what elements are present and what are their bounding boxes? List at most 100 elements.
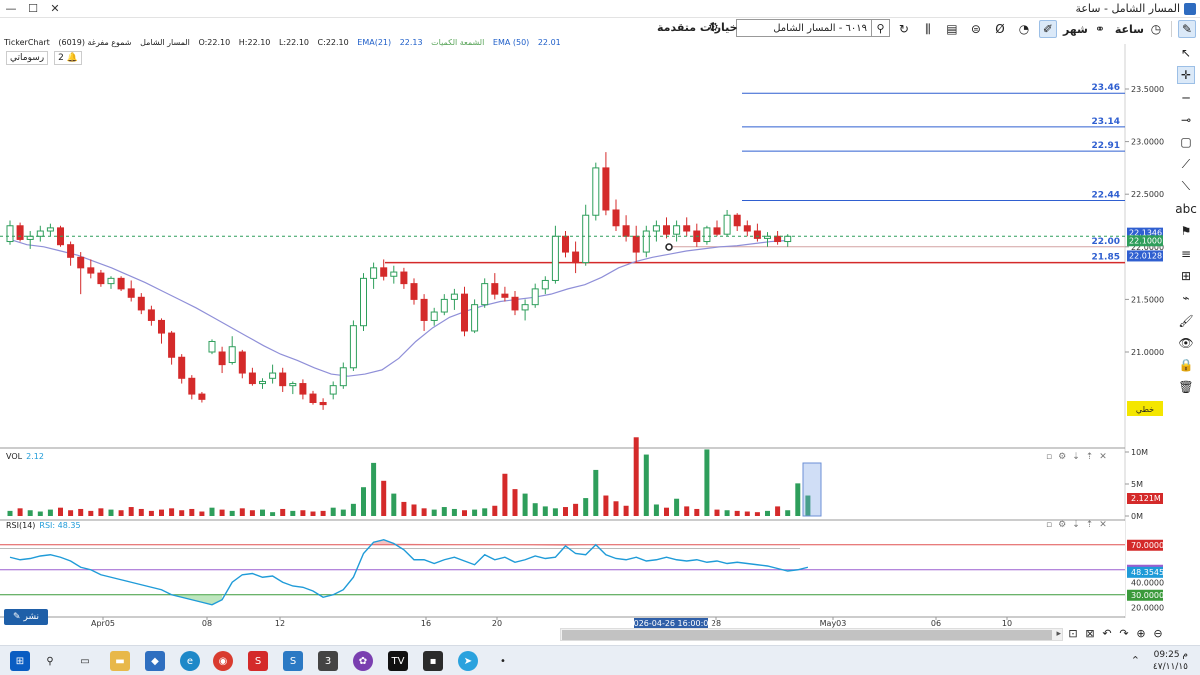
move-down-icon[interactable]: ⇣ xyxy=(1072,520,1080,530)
volume-bar xyxy=(795,483,801,516)
search-icon[interactable]: ⚲ xyxy=(871,20,889,36)
search-icon[interactable]: ⚲ xyxy=(40,651,60,671)
lock-icon[interactable]: 🔒 xyxy=(1177,356,1195,374)
volume-bar xyxy=(765,510,770,516)
rsi-pane: 70.000050.000048.354530.000040.000020.00… xyxy=(0,521,1164,616)
candle-body xyxy=(511,296,519,311)
move-up-icon[interactable]: ⇡ xyxy=(1086,520,1094,530)
symbol-search-input[interactable]: ٦٠١٩ - المسار الشامل xyxy=(737,23,871,34)
volume-bar xyxy=(7,510,13,516)
app-dark-icon[interactable]: ▪ xyxy=(423,651,443,671)
volume-bar xyxy=(320,510,326,516)
volume-bar xyxy=(229,510,235,516)
advanced-options-button[interactable]: خيارات متقدمة xyxy=(657,21,738,34)
candle-body xyxy=(329,385,337,395)
brush-icon[interactable]: 🖌 xyxy=(1177,312,1195,330)
app-s-red-icon[interactable]: S xyxy=(248,651,268,671)
trash-icon[interactable]: 🗑 xyxy=(1177,378,1195,396)
windows-start-icon[interactable]: ⊞ xyxy=(10,651,30,671)
volume-bar xyxy=(159,509,164,516)
move-up-icon[interactable]: ⇡ xyxy=(1086,452,1094,462)
fit-icon[interactable]: ⊡ xyxy=(1066,627,1080,641)
cursor-icon[interactable]: ↖ xyxy=(1177,44,1195,62)
hide-icon[interactable]: 👁 xyxy=(1177,334,1195,352)
task-view-icon[interactable]: ▭ xyxy=(75,651,95,671)
volume-bar xyxy=(280,508,286,516)
time-tick-label: 06 xyxy=(931,619,941,628)
app-color-icon[interactable]: ✿ xyxy=(353,651,373,671)
candle-body xyxy=(360,277,367,327)
level-type-label: خطي xyxy=(1136,405,1154,414)
edge-icon[interactable]: e xyxy=(180,651,200,671)
app-s-blue-icon[interactable]: S xyxy=(283,651,303,671)
candle-body xyxy=(67,244,75,258)
chart-canvas[interactable]: 23.46 23.14 22.91 22.44 22.00 21.85 23.5000 23… xyxy=(0,40,1200,635)
interval-selector[interactable]: ◷ ساعة xyxy=(1115,20,1165,38)
zoom-in-icon[interactable]: ⊕ xyxy=(1134,627,1148,641)
crosshair-icon[interactable]: ✛ xyxy=(1177,66,1195,85)
maximize-pane-icon[interactable]: ▫ xyxy=(1046,520,1052,530)
close-pane-icon[interactable]: ✕ xyxy=(1099,452,1107,462)
horizontal-line-icon[interactable]: ─ xyxy=(1177,89,1195,107)
pencil-icon[interactable]: ✎ xyxy=(1178,20,1196,38)
rotate-right-icon[interactable]: ↷ xyxy=(1117,627,1131,641)
period-selector[interactable]: ⚭ شهر xyxy=(1063,20,1109,38)
telegram-icon[interactable]: ➤ xyxy=(458,651,478,671)
rsi-name: RSI(14) xyxy=(6,521,36,530)
volume-bar xyxy=(260,509,265,516)
minimize-button[interactable]: — xyxy=(4,2,18,15)
list-icon[interactable]: ≡ xyxy=(1177,245,1195,263)
tray-chevron-icon[interactable]: ⌃ xyxy=(1131,654,1140,667)
magnet-icon[interactable]: ⌁ xyxy=(1177,289,1195,307)
settings-icon[interactable]: ⚙ xyxy=(1058,452,1066,462)
price-tick-label: 22.5000 xyxy=(1131,190,1164,199)
reset-icon[interactable]: ⊠ xyxy=(1083,627,1097,641)
candle-body xyxy=(218,351,226,366)
chart-type-icon[interactable]: ⫼ xyxy=(919,20,937,38)
app-dot-icon[interactable]: • xyxy=(493,651,513,671)
horizontal-ray-icon[interactable]: ⊸ xyxy=(1177,111,1195,129)
close-button[interactable]: ✕ xyxy=(48,2,62,15)
redo-icon[interactable]: ↻ xyxy=(895,20,913,38)
volume-bar xyxy=(37,511,43,516)
fibonacci-icon[interactable]: ⟍ xyxy=(1177,178,1195,196)
draw-tool-icon[interactable]: ✐ xyxy=(1038,20,1057,38)
trend-line-icon[interactable]: ⟋ xyxy=(1177,155,1195,173)
chrome-icon[interactable]: ◉ xyxy=(213,651,233,671)
tradingview-icon[interactable]: TV xyxy=(388,651,408,671)
publish-button[interactable]: نشر ✎ xyxy=(4,609,48,625)
close-pane-icon[interactable]: ✕ xyxy=(1099,520,1107,530)
volume-bar xyxy=(300,510,306,516)
zoom-out-icon[interactable]: ⊖ xyxy=(1151,627,1165,641)
maximize-pane-icon[interactable]: ▫ xyxy=(1046,452,1052,462)
settings-icon[interactable]: ⚙ xyxy=(1058,520,1066,530)
horizontal-scrollbar[interactable]: ▸ xyxy=(560,628,1063,641)
measure-icon[interactable]: ⊞ xyxy=(1177,267,1195,285)
link-icon: ⚭ xyxy=(1094,22,1105,36)
volume-bar xyxy=(88,510,94,516)
indicator-icon[interactable]: ◔ xyxy=(1015,20,1033,38)
rotate-left-icon[interactable]: ↶ xyxy=(1100,627,1114,641)
maximize-button[interactable]: ☐ xyxy=(26,2,40,15)
volume-bar xyxy=(603,495,609,516)
volume-bar xyxy=(724,510,730,516)
volume-tick-label: 0M xyxy=(1131,512,1143,521)
scrollbar-thumb[interactable] xyxy=(562,630,1052,640)
candle-body xyxy=(279,372,287,387)
text-icon[interactable]: abc xyxy=(1175,200,1197,218)
alert-icon[interactable]: ⊜ xyxy=(967,20,985,38)
rectangle-icon[interactable]: ▢ xyxy=(1177,133,1195,151)
layout-icon[interactable]: ▤ xyxy=(943,20,961,38)
compare-icon[interactable]: Ø xyxy=(991,20,1009,38)
app-321-icon[interactable]: 3 xyxy=(318,651,338,671)
file-explorer-icon[interactable]: ▬ xyxy=(110,651,130,671)
volume-bar xyxy=(270,512,276,516)
clock[interactable]: 09:25 م ٤٧/١١/١٥ xyxy=(1153,649,1188,673)
scroll-right-icon[interactable]: ▸ xyxy=(1056,629,1061,639)
app-icon[interactable]: ◆ xyxy=(145,651,165,671)
move-down-icon[interactable]: ⇣ xyxy=(1072,452,1080,462)
symbol-search[interactable]: ٦٠١٩ - المسار الشامل ⚲ xyxy=(736,19,890,37)
rsi-tag-label: 48.3545 xyxy=(1131,568,1164,577)
candle-body xyxy=(46,227,54,232)
flag-icon[interactable]: ⚑ xyxy=(1177,222,1195,240)
